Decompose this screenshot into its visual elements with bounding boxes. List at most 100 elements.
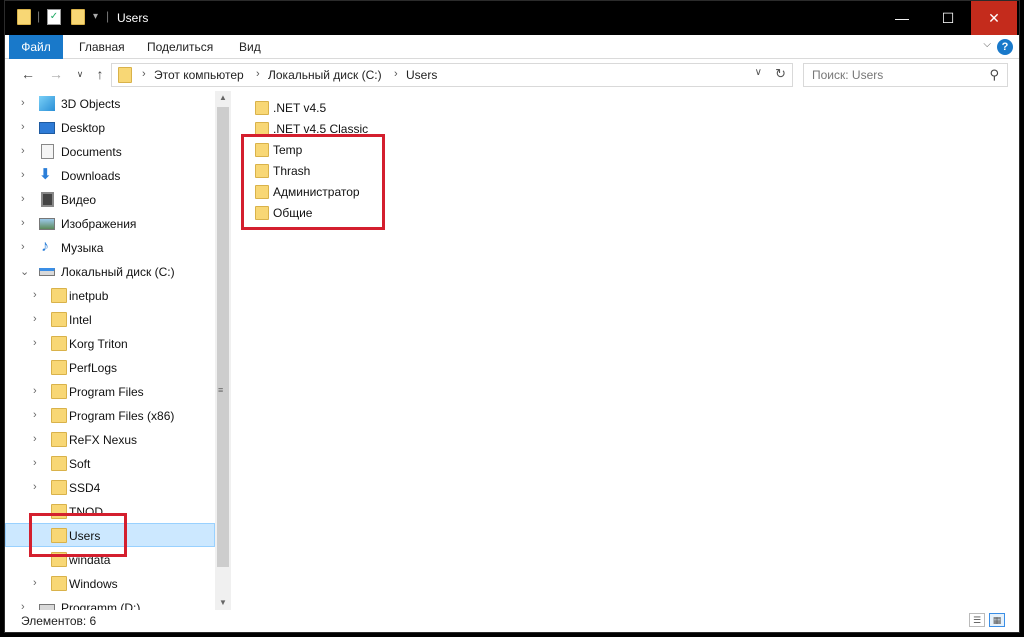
tree-item-pictures[interactable]: › Изображения bbox=[5, 212, 215, 236]
tree-item-intel[interactable]: › Intel bbox=[5, 308, 215, 332]
breadcrumb-this-pc[interactable]: Этот компьютер bbox=[154, 68, 244, 82]
breadcrumb-local-disk[interactable]: Локальный диск (C:) bbox=[268, 68, 382, 82]
folder-icon bbox=[51, 576, 67, 591]
tree-item-downloads[interactable]: › ⬇ Downloads bbox=[5, 164, 215, 188]
help-icon[interactable]: ? bbox=[997, 39, 1013, 55]
nav-scrollbar[interactable]: ▲ ≡ ▼ bbox=[215, 91, 231, 610]
chevron-right-icon[interactable]: › bbox=[21, 169, 25, 181]
tree-item-music[interactable]: › ♪ Музыка bbox=[5, 236, 215, 260]
properties-icon[interactable]: ✓ bbox=[47, 9, 61, 25]
breadcrumb-users[interactable]: Users bbox=[406, 68, 437, 82]
tree-item-program-files[interactable]: › Program Files bbox=[5, 380, 215, 404]
refresh-icon[interactable]: ↻ bbox=[775, 66, 786, 82]
chevron-right-icon[interactable]: › bbox=[21, 193, 25, 205]
tab-file[interactable]: Файл bbox=[9, 35, 63, 59]
tree-label: Program Files bbox=[69, 385, 144, 399]
folder-icon bbox=[51, 384, 67, 399]
chevron-right-icon[interactable]: › bbox=[21, 121, 25, 133]
chevron-right-icon[interactable]: › bbox=[21, 145, 25, 157]
chevron-down-icon[interactable]: ▾ bbox=[93, 11, 98, 29]
up-arrow-icon[interactable]: ↑ bbox=[91, 65, 109, 83]
tree-label: Локальный диск (C:) bbox=[61, 265, 175, 279]
explorer-window: | ✓ ▾ | Users — ☐ ✕ Файл Главная Поделит… bbox=[4, 0, 1020, 633]
tree-label: PerfLogs bbox=[69, 361, 118, 375]
search-box[interactable]: Поиск: Users ⚲ bbox=[803, 63, 1008, 87]
drive-icon bbox=[39, 268, 55, 276]
video-icon bbox=[41, 192, 54, 207]
tree-item-korg-triton[interactable]: › Korg Triton bbox=[5, 332, 215, 356]
chevron-right-icon[interactable]: › bbox=[33, 289, 37, 301]
desktop-icon bbox=[39, 122, 55, 134]
tree-label: Korg Triton bbox=[69, 337, 128, 351]
status-bar: Элементов: 6 ☰ ▦ bbox=[5, 610, 1019, 632]
tab-home[interactable]: Главная bbox=[67, 35, 137, 59]
grip-icon: ≡ bbox=[218, 385, 224, 395]
details-view-icon[interactable]: ☰ bbox=[969, 613, 985, 627]
tree-label: Downloads bbox=[61, 169, 121, 183]
ribbon-tabs: Файл Главная Поделиться Вид ⌵ ? bbox=[5, 35, 1019, 59]
chevron-down-icon[interactable]: ∨ bbox=[755, 67, 762, 78]
tree-item-local-disk[interactable]: ⌄ Локальный диск (C:) bbox=[5, 260, 215, 284]
chevron-down-icon[interactable]: ⌄ bbox=[20, 265, 29, 278]
chevron-right-icon[interactable]: › bbox=[142, 68, 146, 80]
chevron-down-icon[interactable]: ⌵ bbox=[983, 39, 991, 50]
highlight-box bbox=[29, 513, 127, 557]
file-name: .NET v4.5 bbox=[273, 101, 327, 115]
scroll-down-arrow-icon[interactable]: ▼ bbox=[215, 596, 231, 610]
tree-label: Windows bbox=[69, 577, 118, 591]
chevron-right-icon[interactable]: › bbox=[33, 481, 37, 493]
close-button[interactable]: ✕ bbox=[971, 1, 1017, 35]
tree-label: Programm (D:) bbox=[61, 601, 141, 610]
tree-label: inetpub bbox=[69, 289, 109, 303]
folder-icon bbox=[51, 312, 67, 327]
back-arrow-icon[interactable]: ← bbox=[19, 65, 37, 83]
tree-item-perflogs[interactable]: PerfLogs bbox=[5, 356, 215, 380]
tree-item-documents[interactable]: › Documents bbox=[5, 140, 215, 164]
list-view-icon[interactable]: ▦ bbox=[989, 613, 1005, 627]
tree-item-program-files-x86[interactable]: › Program Files (x86) bbox=[5, 404, 215, 428]
chevron-right-icon[interactable]: › bbox=[33, 577, 37, 589]
chevron-right-icon[interactable]: › bbox=[33, 433, 37, 445]
maximize-button[interactable]: ☐ bbox=[925, 1, 971, 35]
tree-item-ssd4[interactable]: › SSD4 bbox=[5, 476, 215, 500]
chevron-right-icon[interactable]: › bbox=[394, 68, 398, 80]
chevron-right-icon[interactable]: › bbox=[21, 97, 25, 109]
separator: | bbox=[37, 9, 41, 23]
tree-item-refx-nexus[interactable]: › ReFX Nexus bbox=[5, 428, 215, 452]
address-bar[interactable]: › Этот компьютер › Локальный диск (C:) ›… bbox=[111, 63, 793, 87]
window-title: Users bbox=[117, 11, 149, 25]
scroll-up-arrow-icon[interactable]: ▲ bbox=[215, 91, 231, 105]
tree-label: 3D Objects bbox=[61, 97, 121, 111]
chevron-right-icon[interactable]: › bbox=[33, 385, 37, 397]
chevron-right-icon[interactable]: › bbox=[256, 68, 260, 80]
forward-arrow-icon[interactable]: → bbox=[47, 65, 65, 83]
folder-icon bbox=[17, 9, 31, 25]
downloads-icon: ⬇ bbox=[39, 166, 52, 183]
tree-item-windows[interactable]: › Windows bbox=[5, 572, 215, 596]
tree-item-programm-d[interactable]: › Programm (D:) bbox=[5, 596, 215, 610]
chevron-right-icon[interactable]: › bbox=[33, 457, 37, 469]
chevron-right-icon[interactable]: › bbox=[33, 337, 37, 349]
chevron-down-icon[interactable]: ∨ bbox=[71, 65, 89, 83]
chevron-right-icon[interactable]: › bbox=[21, 601, 25, 610]
minimize-button[interactable]: — bbox=[879, 1, 925, 35]
folder-icon bbox=[51, 456, 67, 471]
music-icon: ♪ bbox=[41, 238, 49, 255]
search-icon[interactable]: ⚲ bbox=[989, 67, 999, 83]
chevron-right-icon[interactable]: › bbox=[33, 409, 37, 421]
chevron-right-icon[interactable]: › bbox=[21, 217, 25, 229]
tree-item-video[interactable]: › Видео bbox=[5, 188, 215, 212]
chevron-right-icon[interactable]: › bbox=[21, 241, 25, 253]
folder-icon bbox=[51, 360, 67, 375]
3d-objects-icon bbox=[39, 96, 55, 111]
tree-item-inetpub[interactable]: › inetpub bbox=[5, 284, 215, 308]
tab-view[interactable]: Вид bbox=[227, 35, 273, 59]
tree-item-soft[interactable]: › Soft bbox=[5, 452, 215, 476]
tree-item-desktop[interactable]: › Desktop bbox=[5, 116, 215, 140]
new-folder-icon[interactable] bbox=[71, 9, 85, 25]
tree-item-3d-objects[interactable]: › 3D Objects bbox=[5, 92, 215, 116]
scrollbar-thumb[interactable] bbox=[217, 107, 229, 567]
tab-share[interactable]: Поделиться bbox=[135, 35, 225, 59]
navigation-bar: ← → ∨ ↑ › Этот компьютер › Локальный дис… bbox=[5, 59, 1019, 91]
chevron-right-icon[interactable]: › bbox=[33, 313, 37, 325]
